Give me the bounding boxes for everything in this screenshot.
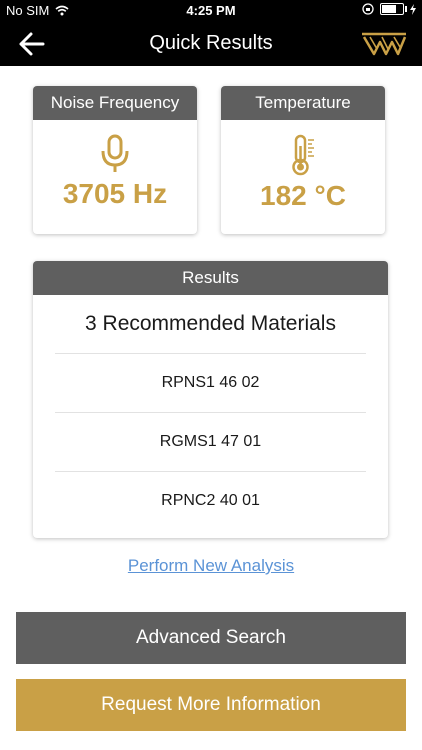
status-bar: No SIM 4:25 PM: [0, 0, 422, 22]
perform-new-analysis-link[interactable]: Perform New Analysis: [0, 556, 422, 576]
results-card: Results 3 Recommended Materials RPNS1 46…: [33, 261, 388, 538]
temperature-card: Temperature 182 °C: [221, 86, 385, 234]
page-title: Quick Results: [149, 32, 273, 54]
thermometer-icon: [292, 134, 314, 176]
orientation-lock-icon: [362, 3, 374, 15]
status-right: [362, 3, 416, 15]
advanced-search-button[interactable]: Advanced Search: [16, 612, 406, 664]
brand-logo-icon: [362, 32, 407, 56]
material-item[interactable]: RGMS1 47 01: [55, 413, 366, 472]
status-time: 4:25 PM: [186, 3, 236, 18]
results-list: RPNS1 46 02 RGMS1 47 01 RPNC2 40 01: [33, 354, 388, 530]
noise-frequency-value: 3705 Hz: [62, 178, 168, 209]
navigation-bar: Quick Results: [0, 22, 422, 66]
microphone-icon: [101, 134, 129, 172]
material-item[interactable]: RPNS1 46 02: [55, 354, 366, 413]
results-header: Results: [33, 261, 388, 295]
temperature-title: Temperature: [221, 86, 385, 120]
results-summary: 3 Recommended Materials: [55, 295, 366, 354]
noise-frequency-card: Noise Frequency 3705 Hz: [33, 86, 197, 234]
temperature-value: 182 °C: [260, 180, 346, 211]
material-item[interactable]: RPNC2 40 01: [55, 472, 366, 530]
charging-icon: [410, 3, 416, 15]
battery-icon: [380, 3, 407, 15]
noise-frequency-title: Noise Frequency: [33, 86, 197, 120]
request-more-information-button[interactable]: Request More Information: [16, 679, 406, 731]
